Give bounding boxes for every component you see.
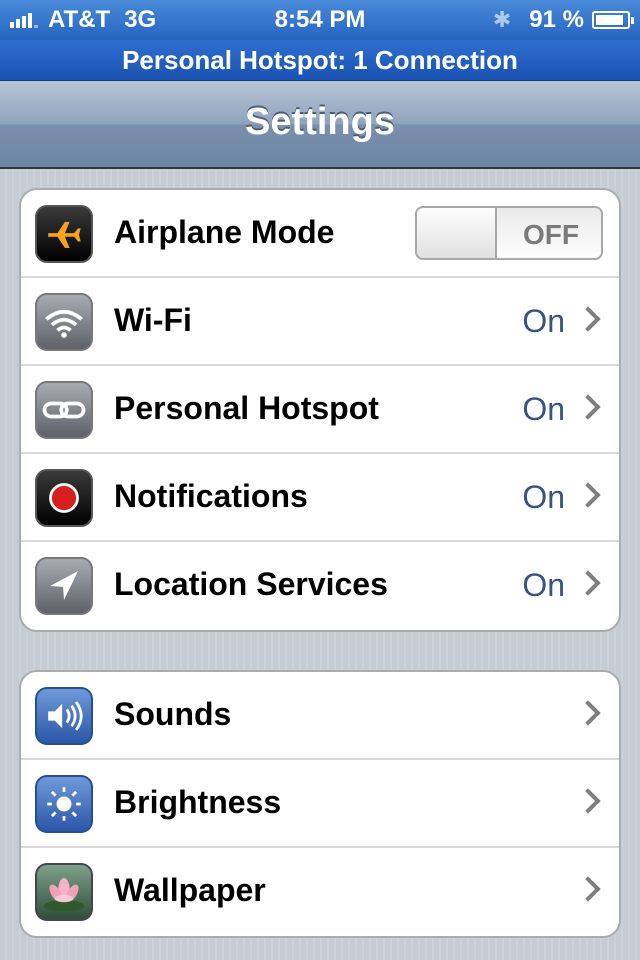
settings-row-label: Wallpaper bbox=[114, 872, 266, 908]
chevron-right-icon bbox=[575, 482, 601, 508]
battery-percent: 91 % bbox=[529, 6, 584, 33]
settings-row-wallpaper[interactable]: Wallpaper bbox=[21, 848, 619, 936]
status-bar: AT&T 3G 8:54 PM ✱ 91 % bbox=[0, 0, 640, 40]
airplane-mode-toggle[interactable]: OFF bbox=[415, 206, 603, 260]
settings-row-label: Location Services bbox=[114, 566, 388, 602]
settings-row-label: Airplane Mode bbox=[114, 214, 335, 250]
bluetooth-icon: ✱ bbox=[492, 7, 512, 32]
chevron-right-icon bbox=[575, 570, 601, 596]
status-right: ✱ 91 % bbox=[492, 6, 634, 34]
settings-row-label: Personal Hotspot bbox=[114, 390, 379, 426]
settings-row-value: On bbox=[522, 303, 565, 339]
settings-row-label: Notifications bbox=[114, 478, 308, 514]
notifications-icon bbox=[35, 469, 93, 527]
settings-row-sounds[interactable]: Sounds bbox=[21, 672, 619, 760]
flower-icon bbox=[35, 863, 93, 921]
settings-row-label: Brightness bbox=[114, 784, 282, 820]
settings-row-wifi[interactable]: Wi-Fi On bbox=[21, 278, 619, 366]
page-title: Settings bbox=[245, 101, 395, 143]
settings-row-label: Sounds bbox=[114, 696, 232, 732]
speaker-icon bbox=[35, 687, 93, 745]
settings-row-value: On bbox=[522, 479, 565, 515]
settings-row-label: Wi-Fi bbox=[114, 302, 192, 338]
settings-row-value: On bbox=[522, 391, 565, 427]
chevron-right-icon bbox=[575, 394, 601, 420]
settings-row-personal-hotspot[interactable]: Personal Hotspot On bbox=[21, 366, 619, 454]
chevron-right-icon bbox=[575, 306, 601, 332]
chevron-right-icon bbox=[575, 700, 601, 726]
wifi-icon bbox=[35, 293, 93, 351]
chevron-right-icon bbox=[575, 876, 601, 902]
location-arrow-icon bbox=[35, 557, 93, 615]
hotspot-link-icon bbox=[35, 381, 93, 439]
settings-group-display: Sounds Brightness Wallpaper bbox=[19, 670, 621, 938]
battery-icon bbox=[592, 11, 634, 29]
airplane-icon bbox=[35, 205, 93, 263]
navigation-bar: Settings bbox=[0, 81, 640, 169]
settings-row-location-services[interactable]: Location Services On bbox=[21, 542, 619, 630]
settings-row-notifications[interactable]: Notifications On bbox=[21, 454, 619, 542]
settings-row-value: On bbox=[522, 567, 565, 603]
sun-icon bbox=[35, 775, 93, 833]
toggle-state-label: OFF bbox=[523, 219, 579, 250]
settings-group-connectivity: Airplane Mode OFF Wi-Fi On Personal Hots… bbox=[19, 188, 621, 632]
toggle-knob[interactable] bbox=[417, 208, 497, 258]
chevron-right-icon bbox=[575, 788, 601, 814]
settings-row-brightness[interactable]: Brightness bbox=[21, 760, 619, 848]
hotspot-connection-banner[interactable]: Personal Hotspot: 1 Connection bbox=[0, 40, 640, 81]
settings-row-airplane-mode: Airplane Mode OFF bbox=[21, 190, 619, 278]
